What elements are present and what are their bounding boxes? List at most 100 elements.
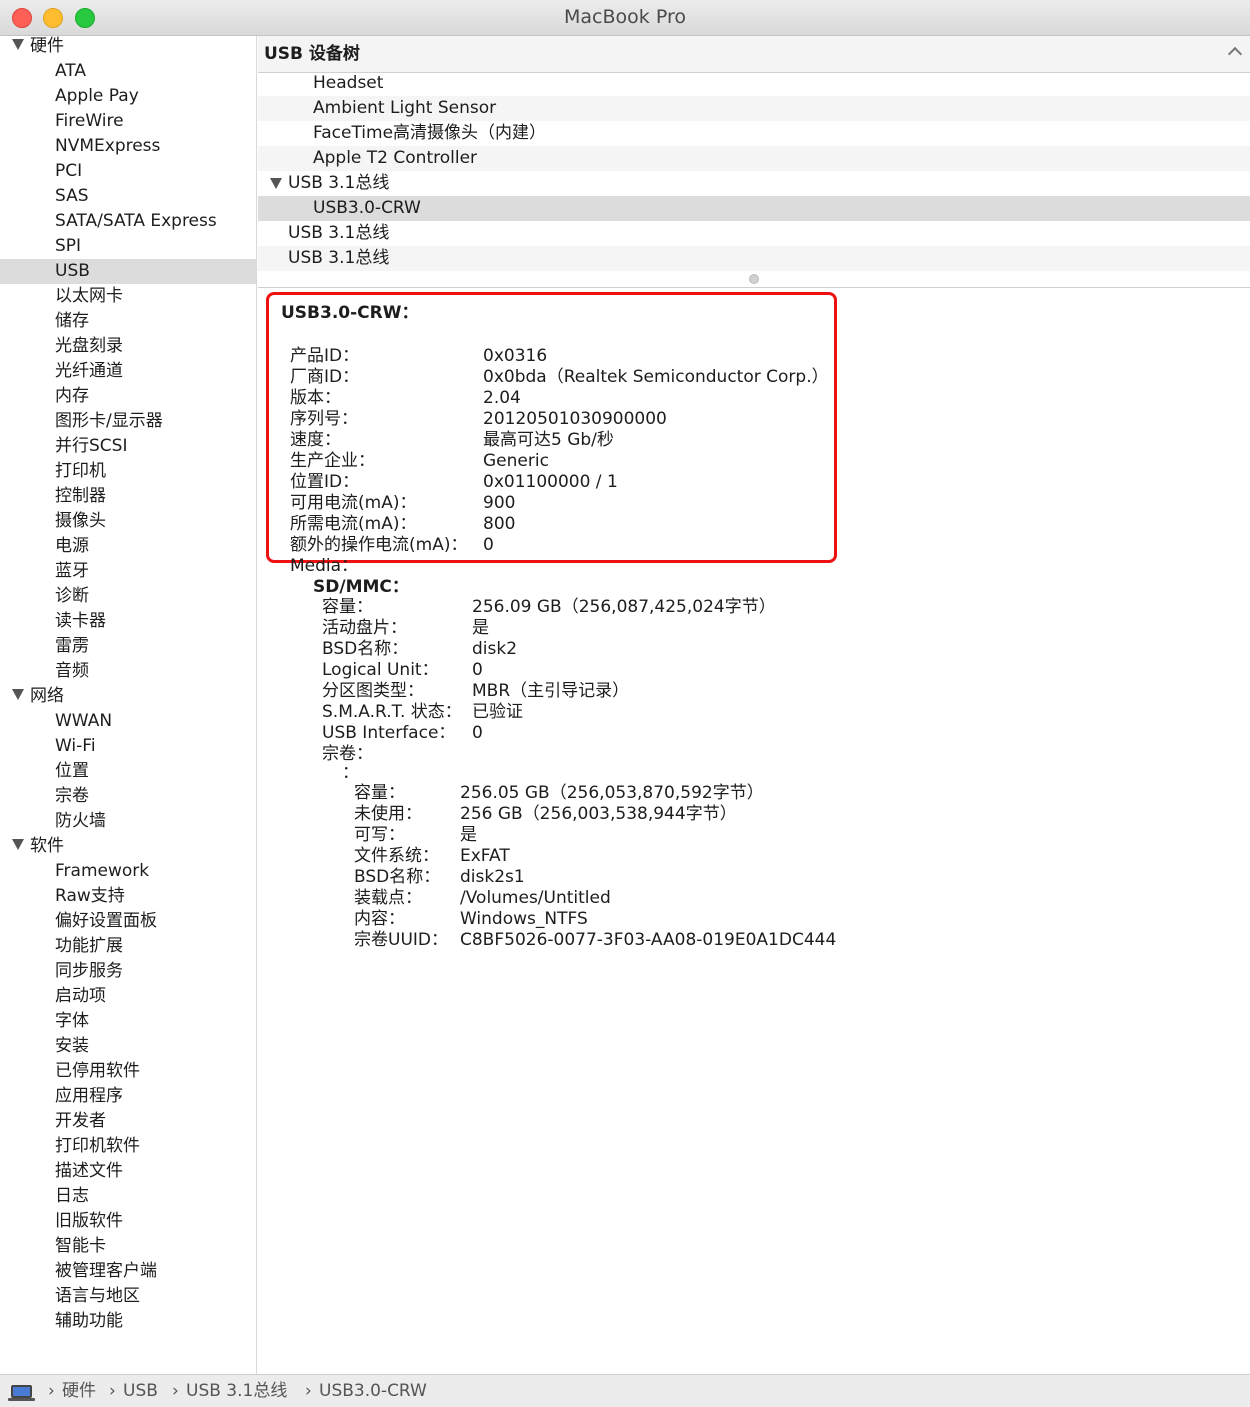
sidebar-item[interactable]: 光纤通道: [0, 359, 256, 384]
triangle-down-icon[interactable]: [270, 178, 282, 189]
tree-row[interactable]: Apple T2 Controller: [258, 146, 1250, 171]
sidebar-item[interactable]: 已停用软件: [0, 1059, 256, 1084]
sidebar-item[interactable]: 诊断: [0, 584, 256, 609]
sidebar-item[interactable]: 读卡器: [0, 609, 256, 634]
sidebar-item[interactable]: Apple Pay: [0, 84, 256, 109]
tree-header[interactable]: USB 设备树: [258, 36, 1250, 73]
sidebar-item[interactable]: 宗卷: [0, 784, 256, 809]
sidebar-item[interactable]: 蓝牙: [0, 559, 256, 584]
sidebar-item-label: Framework: [55, 861, 150, 881]
sidebar-item[interactable]: 图形卡/显示器: [0, 409, 256, 434]
volume-property-value: C8BF5026-0077-3F03-AA08-019E0A1DC444: [460, 930, 837, 950]
chevron-up-icon[interactable]: [1227, 46, 1243, 62]
media-property-key: USB Interface：: [322, 723, 456, 743]
window-title: MacBook Pro: [564, 6, 686, 28]
sidebar-item[interactable]: 打印机: [0, 459, 256, 484]
sidebar-item-label: 宗卷: [55, 786, 89, 806]
sidebar-item-label: 描述文件: [55, 1161, 123, 1181]
sidebar-item[interactable]: 功能扩展: [0, 934, 256, 959]
sidebar-item[interactable]: 防火墙: [0, 809, 256, 834]
sidebar-item[interactable]: 摄像头: [0, 509, 256, 534]
tree-row[interactable]: FaceTime高清摄像头（内建）: [258, 121, 1250, 146]
property-key: 序列号：: [290, 409, 358, 429]
volume-property-key: 可写：: [354, 825, 405, 845]
sidebar-item[interactable]: 旧版软件: [0, 1209, 256, 1234]
property-value: 0x0316: [483, 346, 548, 366]
sidebar-item[interactable]: Raw支持: [0, 884, 256, 909]
breadcrumb-item[interactable]: 硬件: [62, 1375, 96, 1407]
media-property-key: 分区图类型：: [322, 681, 424, 701]
volume-property-value: /Volumes/Untitled: [460, 888, 611, 908]
sidebar-item[interactable]: 雷雳: [0, 634, 256, 659]
sidebar-item[interactable]: 储存: [0, 309, 256, 334]
split-divider[interactable]: [258, 272, 1250, 288]
sidebar-item[interactable]: 位置: [0, 759, 256, 784]
sidebar-item[interactable]: 辅助功能: [0, 1309, 256, 1334]
sidebar-item[interactable]: 音频: [0, 659, 256, 684]
sidebar-item[interactable]: USB: [0, 259, 256, 284]
tree-row[interactable]: USB3.0-CRW: [258, 196, 1250, 221]
sidebar-item[interactable]: 描述文件: [0, 1159, 256, 1184]
sidebar-item-label: 并行SCSI: [55, 436, 128, 456]
sidebar-item[interactable]: 被管理客户端: [0, 1259, 256, 1284]
sidebar-item[interactable]: NVMExpress: [0, 134, 256, 159]
sidebar-item[interactable]: 应用程序: [0, 1084, 256, 1109]
sidebar-group[interactable]: 硬件: [0, 34, 256, 59]
volume-property-value: 是: [460, 825, 477, 845]
sidebar-item-label: 音频: [55, 661, 89, 681]
breadcrumb: › 硬件 › USB › USB 3.1总线 › USB3.0-CRW: [0, 1374, 1250, 1407]
sidebar-item[interactable]: 电源: [0, 534, 256, 559]
sidebar-item[interactable]: Framework: [0, 859, 256, 884]
sidebar-item[interactable]: SATA/SATA Express: [0, 209, 256, 234]
sidebar-group[interactable]: 网络: [0, 684, 256, 709]
volume-property-key: 内容：: [354, 909, 405, 929]
sidebar-item[interactable]: 内存: [0, 384, 256, 409]
sidebar-item[interactable]: 控制器: [0, 484, 256, 509]
sidebar-item[interactable]: 开发者: [0, 1109, 256, 1134]
triangle-down-icon[interactable]: [12, 839, 24, 850]
triangle-down-icon[interactable]: [12, 39, 24, 50]
property-key: 生产企业：: [290, 451, 375, 471]
sidebar-item[interactable]: 安装: [0, 1034, 256, 1059]
sidebar-item[interactable]: 偏好设置面板: [0, 909, 256, 934]
sidebar-item[interactable]: 语言与地区: [0, 1284, 256, 1309]
sidebar-item[interactable]: WWAN: [0, 709, 256, 734]
media-property-key: S.M.A.R.T. 状态：: [322, 702, 462, 722]
tree-row[interactable]: USB 3.1总线: [258, 171, 1250, 196]
sidebar-item-label: 电源: [55, 536, 89, 556]
tree-row-label: FaceTime高清摄像头（内建）: [313, 123, 547, 143]
breadcrumb-item[interactable]: USB: [123, 1375, 158, 1407]
media-property-value: 是: [472, 618, 489, 638]
property-key: 所需电流(mA)：: [290, 514, 417, 534]
sidebar-item[interactable]: SPI: [0, 234, 256, 259]
sidebar-item[interactable]: Wi-Fi: [0, 734, 256, 759]
sidebar-item-label: 启动项: [55, 986, 106, 1006]
sidebar-item[interactable]: 智能卡: [0, 1234, 256, 1259]
media-property-value: 256.09 GB（256,087,425,024字节）: [472, 597, 776, 617]
sidebar-item[interactable]: 启动项: [0, 984, 256, 1009]
volume-property-key: 文件系统：: [354, 846, 439, 866]
property-value: 900: [483, 493, 516, 513]
breadcrumb-item[interactable]: USB 3.1总线: [186, 1375, 287, 1407]
sidebar-item[interactable]: FireWire: [0, 109, 256, 134]
tree-row[interactable]: Ambient Light Sensor: [258, 96, 1250, 121]
sidebar-item[interactable]: SAS: [0, 184, 256, 209]
sidebar-item[interactable]: 字体: [0, 1009, 256, 1034]
breadcrumb-item[interactable]: USB3.0-CRW: [319, 1375, 427, 1407]
sidebar-item[interactable]: 光盘刻录: [0, 334, 256, 359]
split-handle-icon[interactable]: [749, 274, 759, 284]
tree-row[interactable]: USB 3.1总线: [258, 221, 1250, 246]
sidebar-item[interactable]: 同步服务: [0, 959, 256, 984]
triangle-down-icon[interactable]: [12, 689, 24, 700]
tree-row[interactable]: Headset: [258, 71, 1250, 96]
sidebar-item[interactable]: 以太网卡: [0, 284, 256, 309]
sidebar-item[interactable]: PCI: [0, 159, 256, 184]
tree-row[interactable]: USB 3.1总线: [258, 246, 1250, 271]
sidebar-item[interactable]: 打印机软件: [0, 1134, 256, 1159]
sidebar-group[interactable]: 软件: [0, 834, 256, 859]
volume-property-value: ExFAT: [460, 846, 510, 866]
sidebar-item[interactable]: ATA: [0, 59, 256, 84]
sidebar-item[interactable]: 并行SCSI: [0, 434, 256, 459]
volume-property-value: 256.05 GB（256,053,870,592字节）: [460, 783, 764, 803]
sidebar-item[interactable]: 日志: [0, 1184, 256, 1209]
